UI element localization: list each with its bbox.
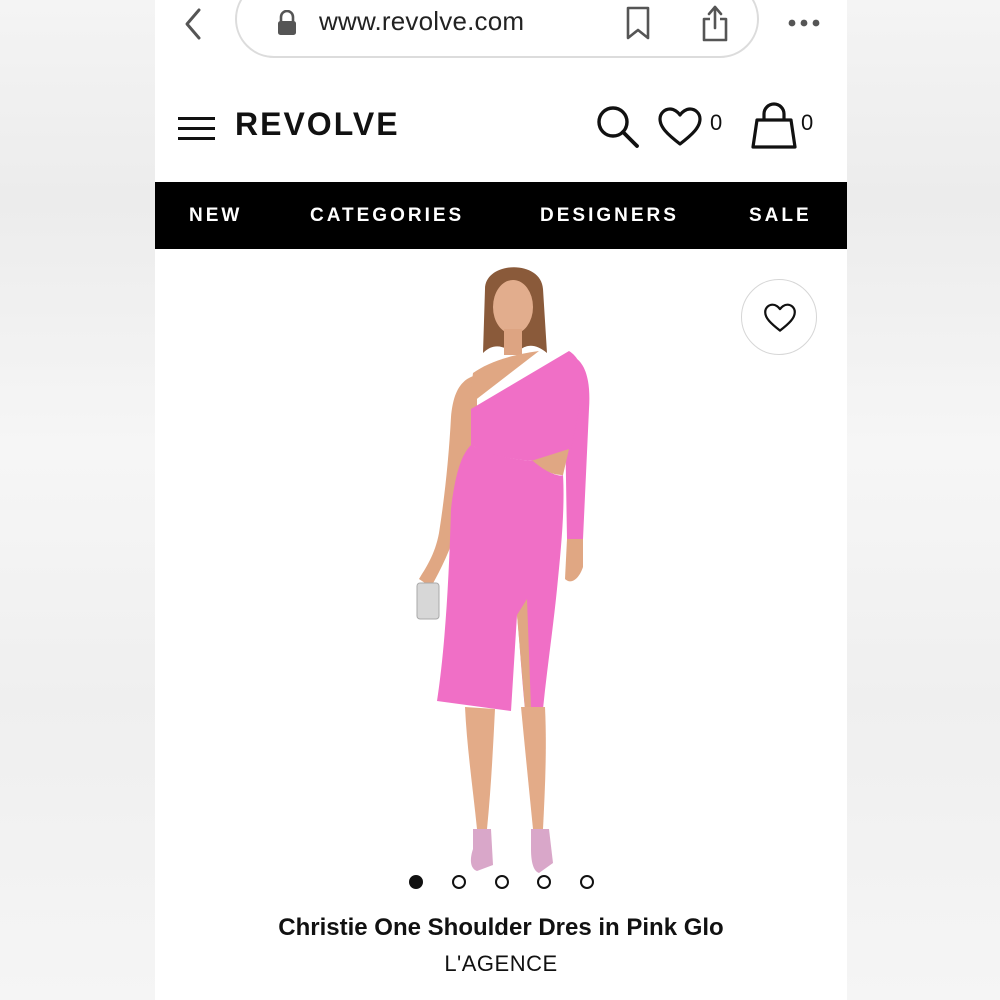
more-icon[interactable] (787, 16, 821, 28)
wishlist-count: 0 (710, 110, 723, 135)
heart-icon[interactable] (657, 106, 703, 148)
menu-icon[interactable] (178, 117, 216, 141)
search-icon[interactable] (595, 104, 641, 150)
heart-icon (764, 303, 796, 332)
carousel-dot-1[interactable] (409, 875, 423, 889)
background-blur-right (847, 0, 1000, 1000)
carousel-dot-3[interactable] (495, 875, 509, 889)
model-photo (416, 267, 590, 873)
background-blur-left (0, 0, 155, 1000)
bag-icon[interactable] (751, 102, 797, 150)
nav-item-sale[interactable]: SALE (749, 182, 812, 249)
product-title: Christie One Shoulder Dres in Pink Glo (278, 914, 724, 941)
url-text[interactable]: www.revolve.com (319, 6, 524, 37)
nav-item-categories[interactable]: CATEGORIES (310, 182, 464, 249)
bag-count: 0 (801, 110, 814, 135)
share-icon[interactable] (700, 4, 730, 42)
mobile-page: www.revolve.com REVOLVE 0 0 NEW CATEGORI… (155, 0, 847, 1000)
site-logo[interactable]: REVOLVE (235, 106, 400, 143)
nav-item-new[interactable]: NEW (189, 182, 242, 249)
lock-icon (275, 9, 299, 36)
product-image[interactable] (155, 249, 847, 909)
nav-item-designers[interactable]: DESIGNERS (540, 182, 679, 249)
carousel-dot-5[interactable] (580, 875, 594, 889)
carousel-dot-4[interactable] (537, 875, 551, 889)
back-icon[interactable] (179, 6, 209, 42)
bookmark-icon[interactable] (624, 6, 652, 40)
category-nav: NEW CATEGORIES DESIGNERS SALE (155, 182, 847, 249)
carousel-dot-2[interactable] (452, 875, 466, 889)
add-to-wishlist-button[interactable] (741, 279, 817, 355)
product-brand[interactable]: L'AGENCE (155, 951, 847, 977)
